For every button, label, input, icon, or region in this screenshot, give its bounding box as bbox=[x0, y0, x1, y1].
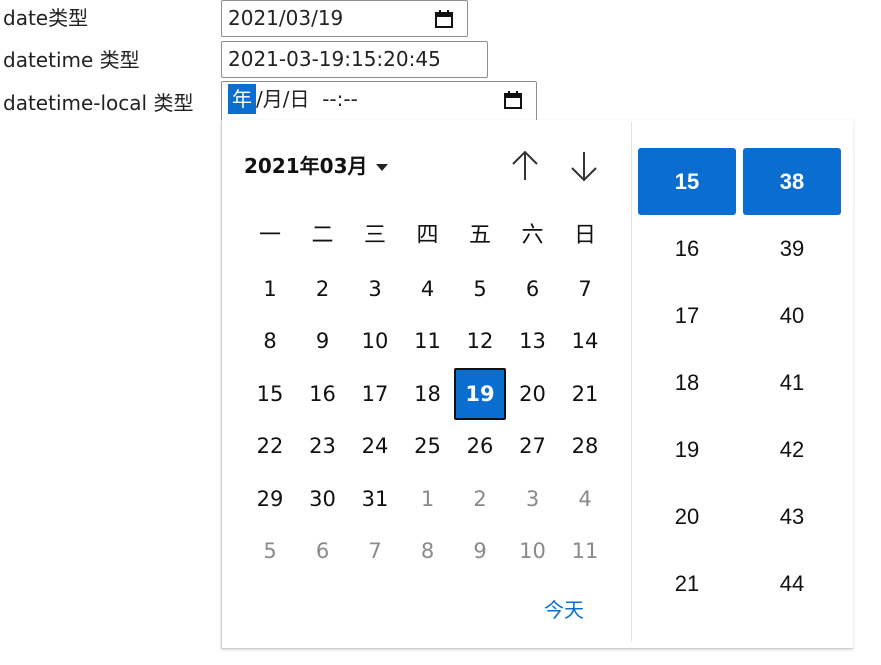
caret-down-icon bbox=[375, 164, 388, 171]
day-cell[interactable]: 8 bbox=[402, 525, 454, 577]
datetime-local-rest: /月/日 --:-- bbox=[256, 87, 358, 111]
day-cell[interactable]: 12 bbox=[454, 315, 506, 367]
weekday-header: 三 bbox=[363, 223, 386, 248]
day-cell[interactable]: 21 bbox=[559, 368, 611, 420]
weekday-header: 四 bbox=[416, 223, 439, 248]
weekday-header: 五 bbox=[468, 223, 491, 248]
day-cell[interactable]: 18 bbox=[402, 368, 454, 420]
weekday-header: 六 bbox=[521, 223, 544, 248]
picker-divider bbox=[631, 122, 632, 642]
hour-option[interactable]: 19 bbox=[638, 416, 736, 483]
day-cell[interactable]: 15 bbox=[244, 368, 296, 420]
hour-option[interactable]: 16 bbox=[638, 215, 736, 282]
month-year-selector[interactable]: 2021年03月 bbox=[244, 150, 388, 179]
datetime-input[interactable]: 2021-03-19:15:20:45 bbox=[221, 41, 488, 78]
day-cell[interactable]: 7 bbox=[349, 525, 401, 577]
day-cell[interactable]: 30 bbox=[297, 473, 349, 525]
arrow-up-icon[interactable] bbox=[508, 148, 542, 184]
day-cell[interactable]: 25 bbox=[402, 420, 454, 472]
day-cell-selected[interactable]: 19 bbox=[454, 367, 506, 420]
day-cell[interactable]: 5 bbox=[454, 263, 506, 315]
day-cell[interactable]: 29 bbox=[244, 473, 296, 525]
day-cell[interactable]: 1 bbox=[402, 473, 454, 525]
datetime-local-input[interactable]: 年/月/日 --:-- bbox=[221, 81, 537, 121]
datetime-local-type-label: datetime-local 类型 bbox=[3, 91, 194, 115]
weekday-header: 二 bbox=[311, 223, 334, 248]
day-cell[interactable]: 24 bbox=[349, 420, 401, 472]
day-cell[interactable]: 2 bbox=[297, 263, 349, 315]
day-cell[interactable]: 6 bbox=[507, 263, 559, 315]
day-cell[interactable]: 31 bbox=[349, 473, 401, 525]
minute-option[interactable]: 42 bbox=[743, 416, 841, 483]
hour-option[interactable]: 20 bbox=[638, 483, 736, 550]
hour-column: 15 16 17 18 19 20 21 bbox=[638, 148, 736, 617]
day-cell[interactable]: 4 bbox=[402, 263, 454, 315]
day-cell[interactable]: 28 bbox=[559, 420, 611, 472]
day-cell[interactable]: 5 bbox=[244, 525, 296, 577]
day-cell[interactable]: 23 bbox=[297, 420, 349, 472]
hour-option[interactable]: 21 bbox=[638, 550, 736, 617]
date-type-label: date类型 bbox=[3, 6, 89, 30]
minute-option-selected[interactable]: 38 bbox=[743, 148, 841, 215]
weekday-header: 日 bbox=[573, 223, 596, 248]
day-cell[interactable]: 8 bbox=[244, 315, 296, 367]
day-cell[interactable]: 27 bbox=[507, 420, 559, 472]
day-cell[interactable]: 9 bbox=[297, 315, 349, 367]
day-cell[interactable]: 17 bbox=[349, 368, 401, 420]
day-cell[interactable]: 3 bbox=[507, 473, 559, 525]
weekday-header: 一 bbox=[258, 223, 281, 248]
day-cell[interactable]: 7 bbox=[559, 263, 611, 315]
day-cell[interactable]: 1 bbox=[244, 263, 296, 315]
datetime-type-label: datetime 类型 bbox=[3, 48, 140, 72]
date-input-value: 2021/03/19 bbox=[228, 6, 344, 30]
hour-option[interactable]: 18 bbox=[638, 349, 736, 416]
day-cell[interactable]: 26 bbox=[454, 420, 506, 472]
datetime-input-value: 2021-03-19:15:20:45 bbox=[228, 47, 441, 71]
day-cell[interactable]: 3 bbox=[349, 263, 401, 315]
day-cell[interactable]: 16 bbox=[297, 368, 349, 420]
minute-option[interactable]: 41 bbox=[743, 349, 841, 416]
minute-column: 38 39 40 41 42 43 44 bbox=[743, 148, 841, 617]
calendar-icon[interactable] bbox=[434, 9, 454, 29]
day-cell[interactable]: 2 bbox=[454, 473, 506, 525]
hour-option-selected[interactable]: 15 bbox=[638, 148, 736, 215]
day-cell[interactable]: 4 bbox=[559, 473, 611, 525]
year-segment[interactable]: 年 bbox=[228, 84, 256, 114]
day-cell[interactable]: 9 bbox=[454, 525, 506, 577]
hour-option[interactable]: 17 bbox=[638, 282, 736, 349]
today-button[interactable]: 今天 bbox=[544, 594, 584, 623]
day-cell[interactable]: 22 bbox=[244, 420, 296, 472]
day-cell[interactable]: 6 bbox=[297, 525, 349, 577]
day-cell[interactable]: 20 bbox=[507, 368, 559, 420]
calendar-icon[interactable] bbox=[503, 90, 523, 110]
minute-option[interactable]: 43 bbox=[743, 483, 841, 550]
minute-option[interactable]: 39 bbox=[743, 215, 841, 282]
month-year-label: 2021年03月 bbox=[244, 154, 368, 178]
date-input[interactable]: 2021/03/19 bbox=[221, 0, 468, 37]
day-cell[interactable]: 11 bbox=[559, 525, 611, 577]
day-cell[interactable]: 14 bbox=[559, 315, 611, 367]
day-cell[interactable]: 13 bbox=[507, 315, 559, 367]
day-cell[interactable]: 10 bbox=[507, 525, 559, 577]
day-cell[interactable]: 11 bbox=[402, 315, 454, 367]
minute-option[interactable]: 44 bbox=[743, 550, 841, 617]
datetime-picker-popup: 2021年03月 一二三四五六日 1 2 3 4 5 6 7 8 9 10 11 12 13 14 15 16 1… bbox=[221, 120, 853, 649]
day-cell[interactable]: 10 bbox=[349, 315, 401, 367]
arrow-down-icon[interactable] bbox=[567, 148, 601, 184]
minute-option[interactable]: 40 bbox=[743, 282, 841, 349]
